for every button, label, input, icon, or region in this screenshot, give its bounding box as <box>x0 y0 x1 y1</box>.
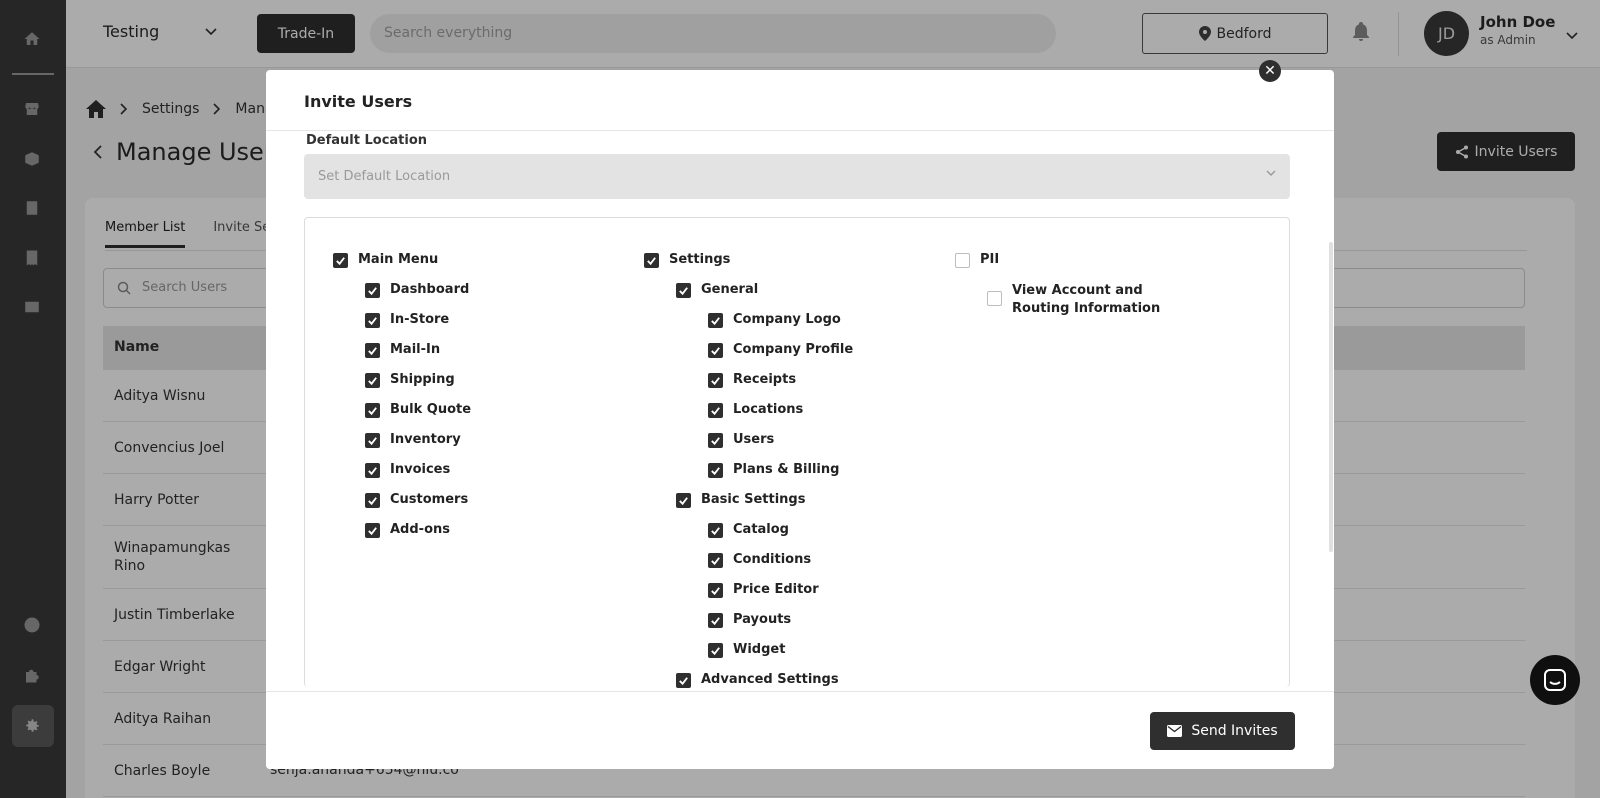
checkbox-checked[interactable] <box>365 433 380 448</box>
perm-catalog[interactable]: Catalog <box>708 522 789 538</box>
checkbox-checked[interactable] <box>708 373 723 388</box>
check-icon <box>368 407 377 416</box>
checkbox-checked[interactable] <box>365 493 380 508</box>
perm-users[interactable]: Users <box>708 432 774 448</box>
checkbox-checked[interactable] <box>365 283 380 298</box>
perm-mail-in[interactable]: Mail-In <box>365 342 440 358</box>
checkbox-checked[interactable] <box>333 253 348 268</box>
check-icon <box>711 647 720 656</box>
check-icon <box>711 407 720 416</box>
modal-header-divider <box>266 130 1334 131</box>
checkbox-checked[interactable] <box>708 643 723 658</box>
send-invites-button[interactable]: Send Invites <box>1150 712 1295 750</box>
checkbox-checked[interactable] <box>365 523 380 538</box>
perm-locations[interactable]: Locations <box>708 402 803 418</box>
perm-invoices[interactable]: Invoices <box>365 462 450 478</box>
checkbox-checked[interactable] <box>708 403 723 418</box>
check-icon <box>368 287 377 296</box>
check-icon <box>711 527 720 536</box>
perm-pii[interactable]: PII <box>955 252 999 268</box>
default-location-select[interactable]: Set Default Location <box>304 154 1290 199</box>
check-icon <box>336 257 345 266</box>
checkbox-checked[interactable] <box>708 343 723 358</box>
check-icon <box>647 257 656 266</box>
perm-customers[interactable]: Customers <box>365 492 468 508</box>
check-icon <box>711 587 720 596</box>
chevron-down-icon <box>1266 170 1276 176</box>
checkbox-checked[interactable] <box>365 403 380 418</box>
check-icon <box>711 617 720 626</box>
checkbox-unchecked[interactable] <box>955 253 970 268</box>
perm-inventory[interactable]: Inventory <box>365 432 461 448</box>
perm-basic-settings[interactable]: Basic Settings <box>676 492 805 508</box>
perm-general[interactable]: General <box>676 282 758 298</box>
perm-settings[interactable]: Settings <box>644 252 730 268</box>
check-icon <box>368 317 377 326</box>
chat-icon <box>1544 669 1566 691</box>
send-invites-label: Send Invites <box>1191 723 1278 739</box>
perm-payouts[interactable]: Payouts <box>708 612 791 628</box>
perm-price-editor[interactable]: Price Editor <box>708 582 819 598</box>
check-icon <box>711 437 720 446</box>
check-icon <box>711 347 720 356</box>
check-icon <box>711 377 720 386</box>
perm-in-store[interactable]: In-Store <box>365 312 449 328</box>
check-icon <box>679 497 688 506</box>
perm-company-profile[interactable]: Company Profile <box>708 342 853 358</box>
perm-bulk-quote[interactable]: Bulk Quote <box>365 402 471 418</box>
perm-shipping[interactable]: Shipping <box>365 372 455 388</box>
chat-launcher-button[interactable] <box>1530 655 1580 705</box>
checkbox-checked[interactable] <box>708 523 723 538</box>
default-location-label: Default Location <box>306 133 428 148</box>
perm-add-ons[interactable]: Add-ons <box>365 522 450 538</box>
check-icon <box>368 347 377 356</box>
perm-conditions[interactable]: Conditions <box>708 552 811 568</box>
check-icon <box>368 377 377 386</box>
check-icon <box>368 527 377 536</box>
close-icon: ✕ <box>1264 63 1276 79</box>
checkbox-checked[interactable] <box>708 463 723 478</box>
check-icon <box>368 497 377 506</box>
checkbox-checked[interactable] <box>708 583 723 598</box>
checkbox-checked[interactable] <box>708 313 723 328</box>
modal-footer: Send Invites <box>266 691 1334 769</box>
checkbox-checked[interactable] <box>708 433 723 448</box>
checkbox-checked[interactable] <box>644 253 659 268</box>
mail-icon <box>1167 725 1183 737</box>
default-location-placeholder: Set Default Location <box>318 169 451 184</box>
perm-view-account-routing[interactable]: View Account and Routing Information <box>987 282 1197 318</box>
check-icon <box>368 437 377 446</box>
check-icon <box>679 677 688 686</box>
checkbox-unchecked[interactable] <box>987 291 1002 306</box>
perm-advanced-settings[interactable]: Advanced Settings <box>676 672 839 688</box>
permissions-panel: Main Menu Dashboard In-Store Mail-In Shi… <box>304 217 1290 688</box>
modal-title: Invite Users <box>304 92 413 111</box>
check-icon <box>711 317 720 326</box>
invite-users-modal: Invite Users Default Location Set Defaul… <box>266 70 1334 769</box>
check-icon <box>711 557 720 566</box>
perm-main-menu[interactable]: Main Menu <box>333 252 438 268</box>
perm-company-logo[interactable]: Company Logo <box>708 312 841 328</box>
checkbox-checked[interactable] <box>708 553 723 568</box>
check-icon <box>711 467 720 476</box>
modal-scrollbar[interactable] <box>1329 242 1333 552</box>
checkbox-checked[interactable] <box>676 283 691 298</box>
checkbox-checked[interactable] <box>676 493 691 508</box>
checkbox-checked[interactable] <box>708 613 723 628</box>
checkbox-checked[interactable] <box>365 343 380 358</box>
perm-receipts[interactable]: Receipts <box>708 372 796 388</box>
perm-dashboard[interactable]: Dashboard <box>365 282 469 298</box>
checkbox-checked[interactable] <box>365 463 380 478</box>
check-icon <box>368 467 377 476</box>
close-modal-button[interactable]: ✕ <box>1259 60 1281 82</box>
perm-plans-billing[interactable]: Plans & Billing <box>708 462 839 478</box>
checkbox-checked[interactable] <box>676 673 691 688</box>
perm-widget[interactable]: Widget <box>708 642 785 658</box>
checkbox-checked[interactable] <box>365 373 380 388</box>
check-icon <box>679 287 688 296</box>
checkbox-checked[interactable] <box>365 313 380 328</box>
